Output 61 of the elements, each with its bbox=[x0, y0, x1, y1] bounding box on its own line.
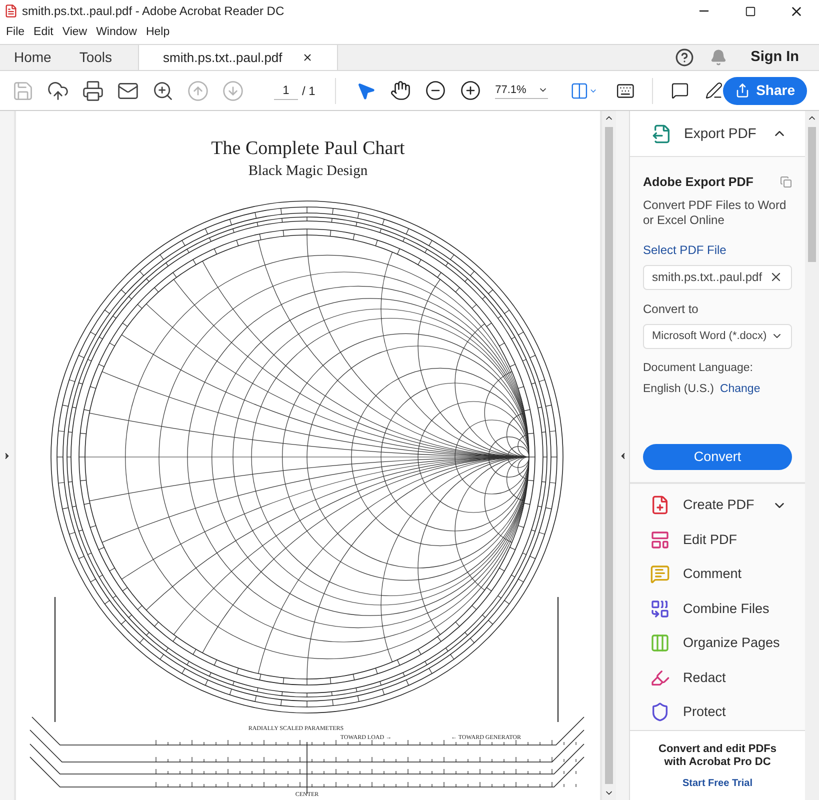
cloud-upload-icon[interactable] bbox=[47, 80, 69, 102]
scrollbar-thumb[interactable] bbox=[605, 127, 613, 784]
menu-item[interactable]: File bbox=[6, 24, 25, 42]
export-file-icon bbox=[652, 124, 672, 144]
file-field[interactable]: smith.ps.txt..paul.pdf bbox=[643, 264, 792, 290]
scrollbar-thumb[interactable] bbox=[808, 127, 816, 262]
magnifier-icon[interactable] bbox=[152, 80, 174, 102]
pointer-icon[interactable] bbox=[356, 80, 376, 100]
chart-title: The Complete Paul Chart bbox=[211, 137, 405, 161]
chart-subtitle: Black Magic Design bbox=[248, 162, 368, 181]
layout-icon bbox=[650, 530, 670, 550]
tab[interactable]: smith.ps.txt..paul.pdf bbox=[138, 45, 338, 70]
export-heading: Adobe Export PDF bbox=[643, 174, 754, 191]
combine-icon bbox=[650, 598, 670, 619]
tool-item[interactable]: Organize Pages bbox=[630, 626, 805, 660]
export-pdf-header[interactable]: Export PDF bbox=[630, 111, 805, 157]
help-icon[interactable] bbox=[674, 48, 694, 67]
menu-item[interactable]: Edit bbox=[34, 24, 54, 42]
shield-icon bbox=[650, 702, 670, 722]
copy-icon[interactable] bbox=[780, 176, 792, 188]
tool-item[interactable]: Create PDF bbox=[630, 488, 805, 522]
tool-item[interactable]: Redact bbox=[630, 660, 805, 695]
menu-item[interactable]: View bbox=[62, 24, 88, 42]
free-trial-link[interactable]: Start Free Trial bbox=[682, 776, 753, 791]
language-label: Document Language: bbox=[643, 360, 754, 376]
change-link[interactable]: Change bbox=[720, 381, 760, 398]
menu-item[interactable]: Help bbox=[146, 24, 170, 42]
marker-icon bbox=[650, 668, 670, 688]
pen-icon[interactable] bbox=[705, 80, 724, 101]
zoom-dropdown[interactable]: 77.1% bbox=[495, 82, 548, 100]
comment-icon bbox=[650, 564, 670, 584]
page-total: / 1 bbox=[302, 82, 316, 100]
share-button[interactable]: Share bbox=[723, 76, 808, 104]
tool-item[interactable]: Protect bbox=[630, 695, 805, 730]
comment-icon[interactable] bbox=[671, 80, 690, 101]
window-title: smith.ps.txt..paul.pdf - Adobe Acrobat Reader DC bbox=[22, 3, 284, 20]
printer-icon[interactable] bbox=[82, 80, 104, 102]
file-plus-icon bbox=[650, 495, 670, 516]
language-value: English (U.S.) bbox=[643, 382, 714, 397]
sign-in-button[interactable]: Sign In bbox=[750, 46, 799, 68]
export-description: Convert PDF Files to Word or Excel Online bbox=[643, 198, 788, 228]
hand-icon[interactable] bbox=[390, 80, 412, 101]
zoom-in-icon[interactable] bbox=[460, 80, 482, 101]
convert-to-label: Convert to bbox=[643, 300, 700, 318]
tool-item[interactable]: Combine Files bbox=[630, 592, 805, 626]
page-number-field[interactable]: 1 bbox=[274, 81, 298, 100]
tab[interactable]: Tools bbox=[65, 45, 126, 70]
zoom-out-icon[interactable] bbox=[425, 80, 446, 101]
tool-item[interactable]: Edit PDF bbox=[630, 522, 805, 557]
convert-button[interactable]: Convert bbox=[643, 444, 792, 470]
menu-item[interactable]: Window bbox=[96, 24, 137, 42]
pages-icon bbox=[650, 633, 670, 654]
share-icon bbox=[735, 83, 750, 98]
close-tab-icon[interactable] bbox=[302, 52, 314, 63]
format-dropdown[interactable]: Microsoft Word (*.docx) bbox=[643, 324, 792, 349]
tab[interactable]: Home bbox=[0, 45, 66, 70]
pdf-file-icon bbox=[4, 4, 18, 18]
maximize-icon bbox=[744, 6, 756, 16]
tool-item[interactable]: Comment bbox=[630, 557, 805, 592]
select-file-label: Select PDF File bbox=[643, 242, 728, 259]
promo-text: Convert and edit PDFs with Acrobat Pro DC bbox=[658, 743, 778, 769]
